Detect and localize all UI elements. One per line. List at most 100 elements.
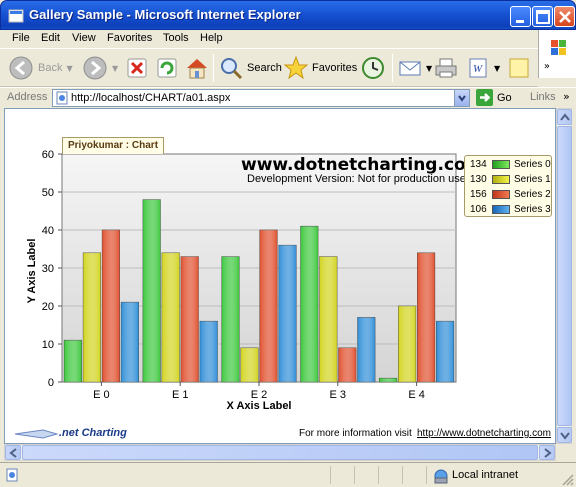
legend-item: 156 Series 2 [470, 188, 551, 201]
menu-file[interactable]: File [12, 32, 30, 44]
scroll-down-button[interactable] [557, 427, 572, 443]
stop-button[interactable] [126, 53, 148, 83]
title-bar: Gallery Sample - Microsoft Internet Expl… [0, 0, 576, 30]
discuss-button[interactable] [508, 53, 530, 83]
mail-button[interactable]: ▼ [398, 53, 432, 83]
bar-shine [142, 199, 161, 382]
chart-footer: .net Charting For more information visit… [11, 425, 555, 443]
y-tick-label: 30 [42, 263, 54, 275]
address-dropdown-button[interactable] [454, 90, 469, 106]
address-input[interactable]: http://localhost/CHART/a01.aspx [52, 89, 470, 107]
links-overflow-icon[interactable]: » [563, 90, 570, 103]
scroll-left-button[interactable] [5, 445, 21, 460]
x-tick-label: E 3 [330, 389, 347, 401]
footer-info-text: For more information visit [299, 428, 412, 439]
legend-swatch [492, 175, 510, 184]
bar-shine [83, 252, 101, 382]
scroll-right-button[interactable] [539, 445, 555, 460]
go-button[interactable]: Go [476, 89, 512, 106]
legend-total: 106 [470, 204, 487, 215]
y-tick-label: 10 [42, 339, 54, 351]
page-status-icon [6, 468, 18, 482]
legend-swatch [492, 160, 510, 169]
minimize-button[interactable] [510, 6, 531, 27]
x-tick-label: E 1 [172, 389, 189, 401]
edit-dropdown-icon[interactable]: ▼ [494, 64, 500, 73]
forward-dropdown-icon[interactable]: ▼ [112, 64, 118, 73]
chart-legend: 134 Series 0 130 Series 1 156 Series 2 1… [464, 155, 552, 217]
watermark-url: www.dotnetcharting.com [241, 155, 484, 175]
window-title: Gallery Sample - Microsoft Internet Expl… [29, 7, 301, 22]
scroll-thumb-horizontal[interactable] [22, 445, 538, 460]
home-button[interactable] [185, 53, 209, 83]
page-content: 0 10 20 30 40 50 60 E 0E 1E 2E 3E 4 X Axis Lab… [4, 108, 556, 444]
forward-arrow-icon [83, 56, 107, 80]
bar-shine [417, 252, 435, 382]
search-button[interactable]: Search [219, 53, 282, 83]
legend-swatch [492, 190, 510, 199]
legend-name: Series 2 [514, 189, 551, 200]
maximize-button[interactable] [532, 6, 553, 27]
chevron-down-icon [458, 95, 466, 102]
bar-shine [180, 256, 199, 382]
legend-name: Series 3 [514, 204, 551, 215]
refresh-button[interactable] [156, 53, 178, 83]
links-label[interactable]: Links [530, 91, 556, 103]
menu-favorites[interactable]: Favorites [107, 32, 152, 44]
search-label: Search [247, 62, 282, 74]
bar-shine [121, 302, 139, 382]
bar-shine [278, 245, 297, 382]
toolbar-overflow-icon[interactable]: » [544, 61, 550, 72]
arrow-left-icon [9, 448, 17, 458]
y-tick-label: 20 [42, 301, 54, 313]
stop-icon [127, 58, 147, 78]
vertical-scrollbar[interactable] [556, 108, 572, 444]
mail-dropdown-icon[interactable]: ▼ [426, 64, 432, 73]
x-tick-label: E 0 [93, 389, 110, 401]
favorites-button[interactable]: Favorites [284, 53, 357, 83]
minimize-icon [516, 20, 524, 23]
refresh-icon [157, 58, 177, 78]
bar-shine [199, 321, 218, 382]
bar-shine [338, 347, 357, 382]
back-button[interactable]: Back ▼ [8, 53, 73, 83]
menu-bar: File Edit View Favorites Tools Help [0, 30, 576, 49]
footer-link[interactable]: http://www.dotnetcharting.com [417, 428, 551, 439]
menu-help[interactable]: Help [200, 32, 223, 44]
close-button[interactable] [554, 6, 575, 27]
y-tick-label: 40 [42, 225, 54, 237]
go-label: Go [497, 91, 512, 104]
forward-button[interactable]: ▼ [82, 53, 118, 83]
favorites-star-icon [284, 56, 308, 80]
address-url: http://localhost/CHART/a01.aspx [71, 92, 231, 104]
bar-shine [259, 230, 278, 382]
y-axis-label: Y Axis Label [26, 239, 38, 304]
y-tick-label: 0 [48, 377, 54, 389]
resize-grip-icon[interactable] [562, 474, 574, 486]
back-label: Back [38, 62, 63, 74]
print-button[interactable] [434, 53, 458, 83]
bar-shine [319, 256, 338, 382]
maximize-icon [536, 10, 550, 24]
y-tick-label: 50 [42, 187, 54, 199]
page-icon [56, 91, 68, 105]
favorites-label: Favorites [312, 62, 358, 74]
menu-tools[interactable]: Tools [163, 32, 189, 44]
ie-icon [8, 9, 24, 23]
menu-view[interactable]: View [72, 32, 96, 44]
footer-logo-text: .net Charting [59, 427, 127, 439]
bar-shine [300, 226, 319, 382]
scroll-thumb[interactable] [557, 126, 572, 426]
edit-button[interactable]: W ▼ [468, 53, 500, 83]
legend-name: Series 1 [514, 174, 551, 185]
legend-total: 130 [470, 174, 487, 185]
history-icon [362, 57, 384, 79]
scroll-up-button[interactable] [557, 109, 572, 125]
note-icon [509, 58, 529, 78]
bar-shine [357, 317, 376, 382]
menu-edit[interactable]: Edit [41, 32, 60, 44]
back-dropdown-icon[interactable]: ▼ [66, 64, 72, 73]
bar-shine [379, 378, 397, 382]
horizontal-scrollbar[interactable] [4, 444, 556, 461]
history-button[interactable] [361, 53, 385, 83]
